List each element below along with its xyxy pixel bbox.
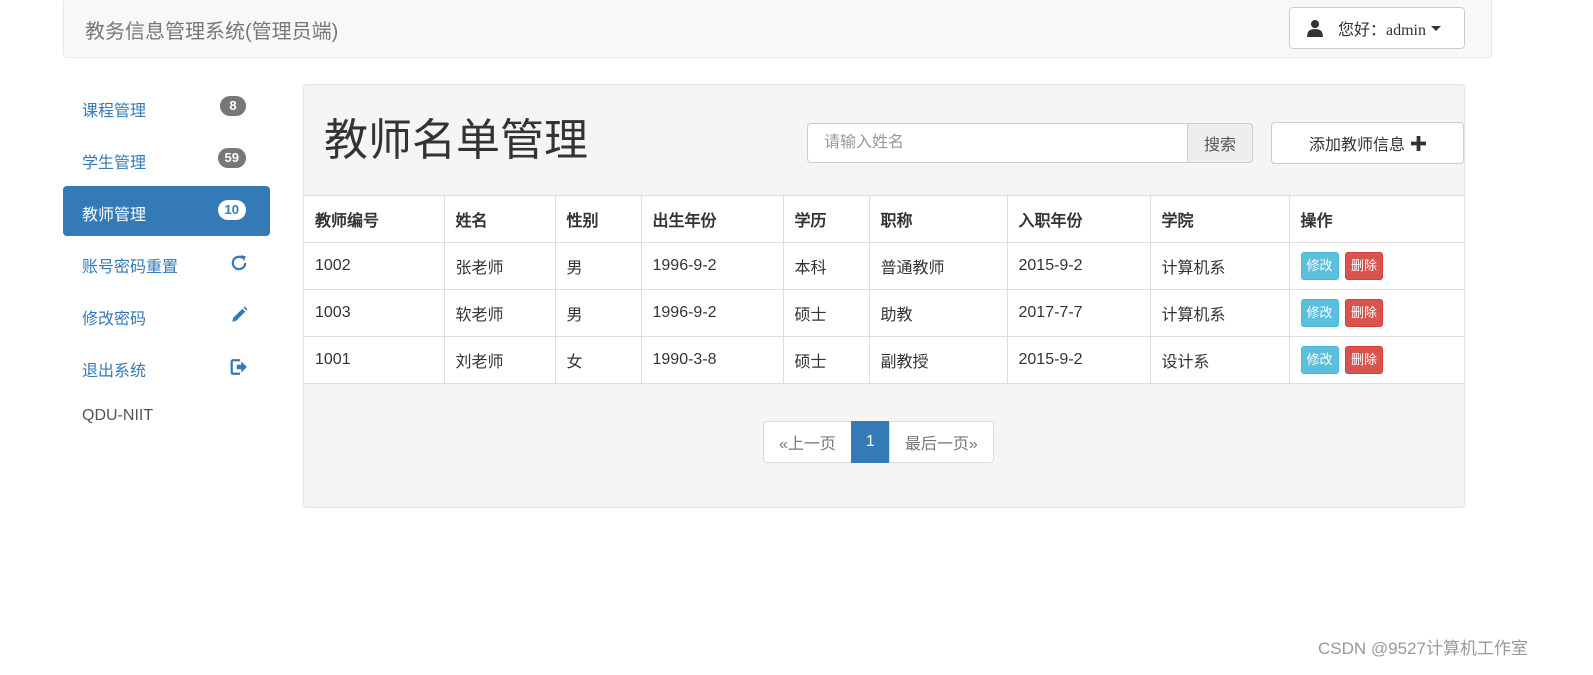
table-cell: 2015-9-2 — [1006, 336, 1151, 384]
delete-button[interactable]: 删除 — [1344, 346, 1383, 374]
edit-button[interactable]: 修改 — [1300, 346, 1339, 374]
table-cell: 刘老师 — [443, 336, 556, 384]
sidebar-item-teachers[interactable]: 教师管理 10 — [63, 186, 270, 236]
pagination: «上一页 1 最后一页» — [763, 421, 994, 463]
sidebar-item-label: 账号密码重置 — [82, 259, 179, 276]
table-cell: 副教授 — [868, 336, 1008, 384]
last-page-link[interactable]: 最后一页» — [888, 421, 994, 463]
table-cell: 女 — [554, 336, 642, 384]
table-cell: 男 — [554, 242, 642, 290]
count-badge: 59 — [217, 148, 246, 168]
table-cell: 普通教师 — [868, 242, 1008, 290]
add-teacher-label: 添加教师信息 — [1308, 137, 1405, 154]
column-header: 姓名 — [443, 195, 556, 243]
table-cell: 硕士 — [782, 336, 870, 384]
main-panel: 教师名单管理 搜索 添加教师信息 教师编号 姓名 性别 出生年份 学历 职称 入… — [303, 84, 1465, 508]
delete-button[interactable]: 删除 — [1344, 252, 1383, 280]
sidebar: 课程管理 8 学生管理 59 教师管理 10 账号密码重置 修改密码 退出系统 … — [63, 82, 270, 424]
column-header: 学院 — [1149, 195, 1290, 243]
search-button[interactable]: 搜索 — [1187, 123, 1253, 163]
app-title[interactable]: 教务信息管理系统(管理员端) — [85, 15, 338, 44]
teacher-table: 教师编号 姓名 性别 出生年份 学历 职称 入职年份 学院 操作 1002 张老… — [304, 195, 1464, 384]
edit-button[interactable]: 修改 — [1300, 252, 1339, 280]
table-cell: 1996-9-2 — [640, 242, 784, 290]
table-row: 1001 刘老师 女 1990-3-8 硕士 副教授 2015-9-2 设计系 … — [304, 336, 1464, 384]
table-cell: 计算机系 — [1149, 242, 1290, 290]
search-group: 搜索 — [807, 123, 1253, 163]
delete-button[interactable]: 删除 — [1344, 299, 1383, 327]
column-header: 入职年份 — [1006, 195, 1151, 243]
table-cell: 2015-9-2 — [1006, 242, 1151, 290]
table-cell: 1003 — [304, 289, 445, 337]
pencil-icon — [232, 306, 248, 322]
refresh-icon — [231, 255, 247, 271]
table-cell: 1002 — [304, 242, 445, 290]
caret-down-icon — [1431, 25, 1441, 31]
actions-cell: 修改 删除 — [1288, 289, 1464, 337]
sidebar-item-label: 课程管理 — [82, 103, 147, 120]
edit-button[interactable]: 修改 — [1300, 299, 1339, 327]
column-header: 学历 — [782, 195, 870, 243]
plus-icon — [1411, 135, 1426, 151]
user-icon — [1307, 20, 1323, 37]
table-row: 1002 张老师 男 1996-9-2 本科 普通教师 2015-9-2 计算机… — [304, 242, 1464, 290]
sidebar-item-logout[interactable]: 退出系统 — [63, 342, 270, 392]
actions-cell: 修改 删除 — [1288, 336, 1464, 384]
column-header: 职称 — [868, 195, 1008, 243]
count-badge: 8 — [220, 96, 246, 116]
sidebar-item-label: 修改密码 — [82, 311, 147, 328]
table-cell: 设计系 — [1149, 336, 1290, 384]
table-cell: 助教 — [868, 289, 1008, 337]
user-greeting: 您好：admin — [1338, 22, 1426, 39]
table-cell: 软老师 — [443, 289, 556, 337]
sidebar-footer: QDU-NIIT — [82, 407, 154, 424]
table-cell: 计算机系 — [1149, 289, 1290, 337]
top-navbar: 教务信息管理系统(管理员端) 您好：admin — [63, 0, 1492, 58]
add-teacher-button[interactable]: 添加教师信息 — [1271, 122, 1464, 164]
table-cell: 1001 — [304, 336, 445, 384]
table-cell: 2017-7-7 — [1006, 289, 1151, 337]
sidebar-item-label: 退出系统 — [82, 363, 147, 380]
sidebar-item-courses[interactable]: 课程管理 8 — [63, 82, 270, 132]
table-cell: 本科 — [782, 242, 870, 290]
column-header: 教师编号 — [304, 195, 445, 243]
search-input[interactable] — [807, 123, 1187, 163]
page-title: 教师名单管理 — [324, 115, 588, 166]
actions-cell: 修改 删除 — [1288, 242, 1464, 290]
prev-page-link[interactable]: «上一页 — [763, 421, 852, 463]
column-header: 出生年份 — [640, 195, 784, 243]
table-cell: 男 — [554, 289, 642, 337]
table-cell: 硕士 — [782, 289, 870, 337]
table-cell: 张老师 — [443, 242, 556, 290]
current-page-link[interactable]: 1 — [850, 421, 890, 463]
logout-icon — [230, 359, 247, 375]
table-cell: 1996-9-2 — [640, 289, 784, 337]
sidebar-item-password-reset[interactable]: 账号密码重置 — [63, 238, 270, 288]
watermark: CSDN @9527计算机工作室 — [1318, 639, 1528, 658]
table-row: 1003 软老师 男 1996-9-2 硕士 助教 2017-7-7 计算机系 … — [304, 289, 1464, 337]
sidebar-item-students[interactable]: 学生管理 59 — [63, 134, 270, 184]
column-header: 性别 — [554, 195, 642, 243]
sidebar-item-label: 教师管理 — [82, 207, 147, 224]
table-header-row: 教师编号 姓名 性别 出生年份 学历 职称 入职年份 学院 操作 — [304, 195, 1464, 243]
sidebar-item-change-password[interactable]: 修改密码 — [63, 290, 270, 340]
user-menu-button[interactable]: 您好：admin — [1289, 7, 1465, 49]
table-cell: 1990-3-8 — [640, 336, 784, 384]
count-badge: 10 — [217, 200, 246, 220]
sidebar-item-label: 学生管理 — [82, 155, 147, 172]
column-header: 操作 — [1288, 195, 1464, 243]
